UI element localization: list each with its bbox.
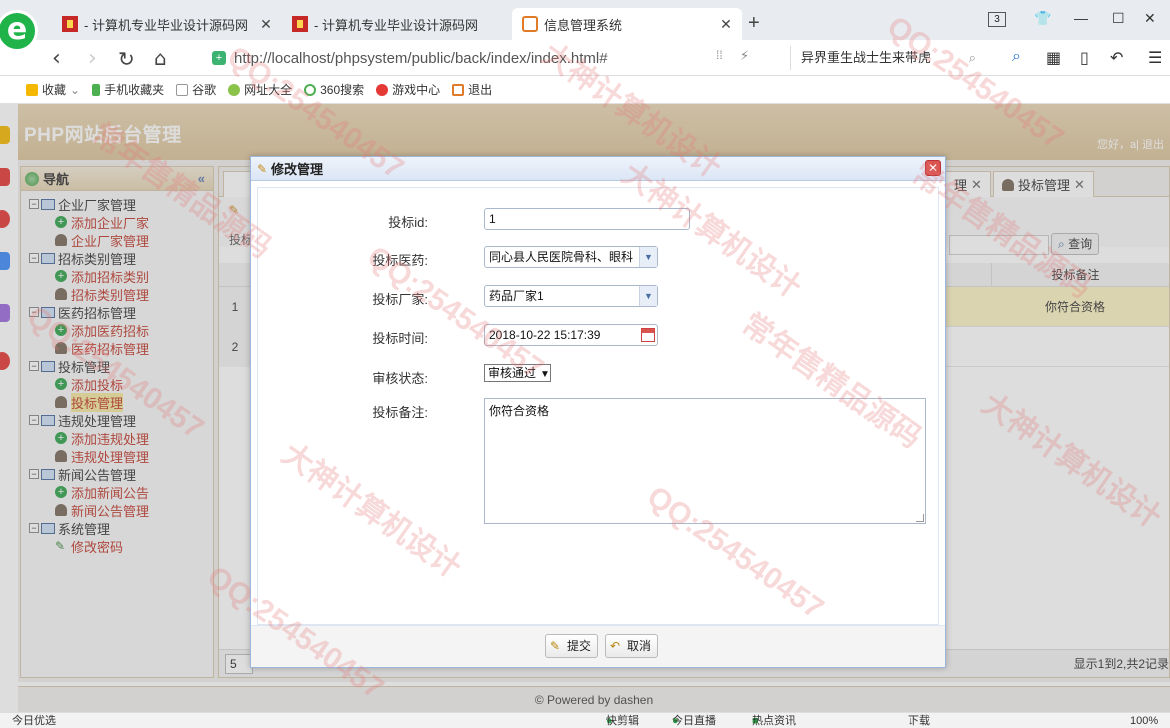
site-favicon-icon — [62, 16, 78, 32]
resize-grip-icon[interactable] — [916, 514, 924, 522]
chevron-down-icon: ▼ — [639, 286, 657, 306]
dialog-title: 修改管理 — [271, 162, 324, 177]
dialog-footer: ✎ 提交 ↶ 取消 — [251, 625, 945, 667]
browser-status-bar: 今日优选 ● 快剪辑 ● 今日直播 ■ 热点资讯 ↓ 下载 100% — [0, 712, 1170, 728]
minimize-icon[interactable]: — — [1074, 10, 1088, 26]
360-icon — [304, 83, 317, 96]
bookmark-exit[interactable]: 退出 — [452, 81, 492, 98]
note-label: 投标备注: — [372, 405, 428, 420]
edit-icon: ✎ — [550, 639, 561, 653]
status-select[interactable]: 审核通过 ▼ — [484, 364, 551, 382]
note-textarea[interactable]: 你符合资格 — [484, 398, 926, 524]
dialog-header: ✎ 修改管理 — [251, 157, 945, 181]
menu-icon[interactable]: ☰ — [1148, 48, 1162, 68]
url-field[interactable]: + http://localhost/phpsystem/public/back… — [204, 45, 784, 71]
star-icon — [26, 83, 38, 96]
apps-icon[interactable]: ▦ — [1046, 48, 1061, 68]
search-icon[interactable]: ⌕ — [969, 46, 976, 70]
browser-tab-title: 信息管理系统 — [544, 17, 623, 33]
home-icon[interactable]: ⌂ — [154, 46, 167, 70]
bookmark-360[interactable]: 360搜索 — [304, 81, 364, 98]
close-tab-icon[interactable]: ✕ — [258, 16, 274, 33]
maximize-icon[interactable]: ☐ — [1112, 10, 1125, 27]
lightning-icon[interactable]: ⚡ — [740, 48, 749, 64]
back-icon[interactable]: ‹ — [52, 46, 61, 71]
url-text: http://localhost/phpsystem/public/back/i… — [234, 49, 608, 67]
status-left[interactable]: 今日优选 — [12, 713, 56, 728]
chevron-down-icon: ⌄ — [70, 82, 81, 97]
bookmark-favorites[interactable]: 收藏 ⌄ — [26, 81, 80, 98]
close-window-icon[interactable]: ✕ — [1144, 10, 1156, 27]
system-icon — [452, 83, 465, 96]
browser-tab-active[interactable]: 信息管理系统 ✕ — [512, 8, 742, 40]
chevron-down-icon: ▼ — [639, 247, 657, 267]
browser-tab-2[interactable]: - 计算机专业毕业设计源码网 ✕ — [282, 8, 508, 40]
time-label: 投标时间: — [372, 331, 428, 346]
game-icon — [376, 83, 389, 96]
vendor-label: 投标厂家: — [372, 292, 428, 307]
shirt-skin-icon[interactable]: 👕 — [1034, 10, 1051, 27]
globe-icon — [228, 83, 241, 96]
dialog-close-button[interactable]: ✕ — [925, 160, 941, 176]
edit-dialog: ✎ 修改管理 ✕ 投标id: 1 投标医药: 同心县人民医院骨科、眼科 ▼ 投标… — [250, 156, 946, 668]
page-icon — [176, 83, 189, 96]
browser-tab-1[interactable]: - 计算机专业毕业设计源码网 ✕ — [52, 8, 282, 40]
status-label: 审核状态: — [372, 371, 428, 386]
forward-icon[interactable]: › — [88, 46, 97, 71]
bid-id-label: 投标id: — [388, 215, 428, 230]
address-bar-row: ‹ › ↻ ⌂ + http://localhost/phpsystem/pub… — [0, 40, 1170, 76]
undo-arrow-icon: ↶ — [610, 639, 621, 653]
submit-button[interactable]: ✎ 提交 — [545, 634, 599, 658]
bookmark-games[interactable]: 游戏中心 — [376, 81, 440, 98]
calendar-icon[interactable] — [641, 328, 655, 342]
search-magnifier-icon[interactable]: ⌕ — [1012, 48, 1021, 66]
dropdown-triangle-icon: ▼ — [540, 369, 550, 380]
tab-count-badge[interactable]: 3 — [988, 12, 1006, 27]
pencil-icon: ✎ — [257, 161, 268, 176]
medicine-select[interactable]: 同心县人民医院骨科、眼科 ▼ — [484, 246, 658, 268]
dialog-form: 投标id: 1 投标医药: 同心县人民医院骨科、眼科 ▼ 投标厂家: 药品厂家1… — [257, 187, 939, 625]
bookmark-mobile[interactable]: 手机收藏夹 — [92, 81, 164, 98]
browser-tab-title: - 计算机专业毕业设计源码网 — [314, 17, 478, 33]
system-favicon-icon — [522, 16, 538, 32]
bookmark-sites[interactable]: 网址大全 — [228, 81, 292, 98]
medicine-label: 投标医药: — [372, 253, 428, 268]
browser-tab-bar: e - 计算机专业毕业设计源码网 ✕ - 计算机专业毕业设计源码网 ✕ 信息管理… — [0, 0, 1170, 52]
time-picker[interactable]: 2018-10-22 15:17:39 — [484, 324, 658, 346]
undo-icon[interactable]: ↶ — [1110, 48, 1123, 68]
bid-id-input[interactable]: 1 — [484, 208, 690, 230]
phone-icon — [92, 83, 101, 96]
reading-icon[interactable]: ▯ — [1080, 48, 1089, 68]
search-input[interactable]: 异界重生战士生来带虎 ⌕ — [790, 46, 990, 70]
secure-shield-icon: + — [212, 51, 226, 65]
browser-tab-title: - 计算机专业毕业设计源码网 — [84, 17, 248, 33]
vendor-select[interactable]: 药品厂家1 ▼ — [484, 285, 658, 307]
close-tab-icon[interactable]: ✕ — [718, 16, 734, 33]
grid-apps-icon[interactable]: ⁞⁞ — [716, 48, 723, 62]
site-favicon-icon — [292, 16, 308, 32]
new-tab-button[interactable]: + — [748, 12, 760, 35]
search-text: 异界重生战士生来带虎 — [801, 50, 932, 65]
reload-icon[interactable]: ↻ — [118, 47, 135, 71]
bookmarks-bar: 收藏 ⌄ 手机收藏夹 谷歌 网址大全 360搜索 游戏中心 退出 — [0, 76, 1170, 104]
bookmark-google[interactable]: 谷歌 — [176, 81, 216, 98]
zoom-level[interactable]: 100% — [1130, 713, 1158, 728]
cancel-button[interactable]: ↶ 取消 — [605, 634, 659, 658]
